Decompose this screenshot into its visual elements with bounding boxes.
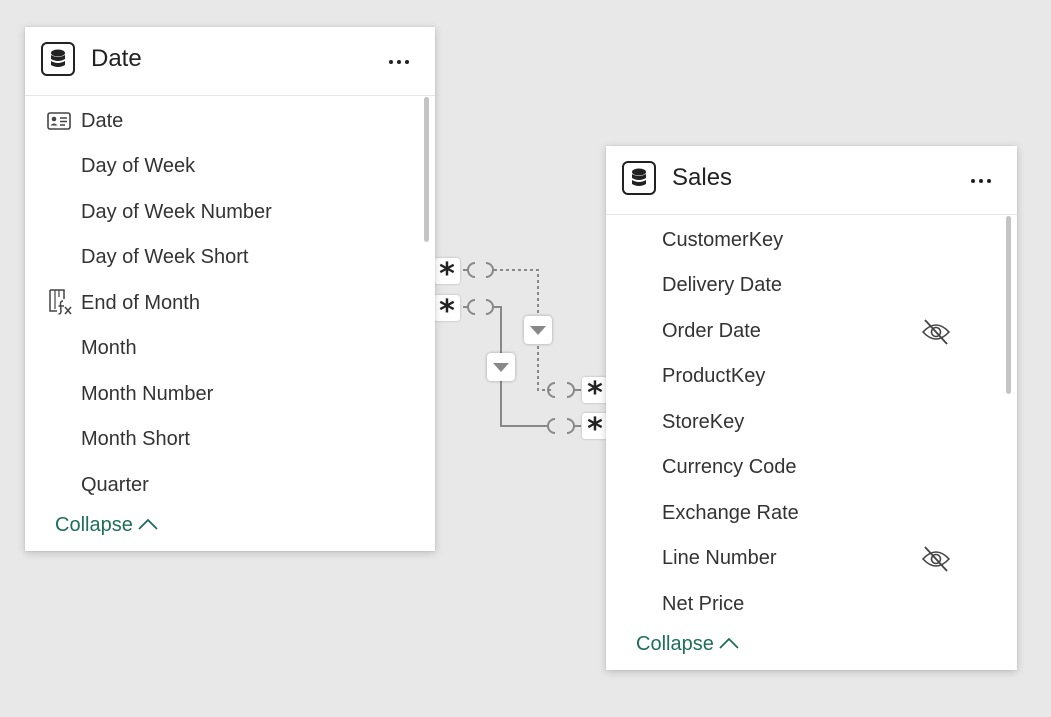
field-month[interactable]: Month — [25, 329, 415, 369]
table-icon — [41, 42, 75, 76]
field-label: Exchange Rate — [662, 502, 799, 524]
field-end-of-month[interactable]: End of Month — [25, 284, 415, 324]
eye-hidden-icon — [921, 319, 951, 345]
field-storekey[interactable]: StoreKey — [606, 403, 997, 443]
triangle-down-icon — [530, 325, 546, 335]
field-order-date[interactable]: Order Date — [606, 312, 997, 352]
field-currency-code[interactable]: Currency Code — [606, 448, 997, 488]
key-card-icon — [47, 112, 71, 130]
cardinality-badge-sales-2: * — [582, 413, 608, 447]
field-customerkey[interactable]: CustomerKey — [606, 221, 997, 261]
field-productkey[interactable]: ProductKey — [606, 357, 997, 397]
filter-direction-button-inactive[interactable] — [524, 316, 552, 344]
field-exchange-rate[interactable]: Exchange Rate — [606, 494, 997, 534]
cardinality-badge-date-1: * — [434, 258, 460, 292]
field-day-of-week-number[interactable]: Day of Week Number — [25, 193, 415, 233]
sales-table-header[interactable]: Sales — [606, 146, 1017, 215]
field-label: Month Short — [81, 428, 190, 450]
field-label: Quarter — [81, 474, 149, 496]
date-field-list-scrollbar[interactable] — [424, 97, 429, 242]
chevron-up-icon — [138, 518, 158, 530]
field-label: CustomerKey — [662, 229, 784, 251]
ellipsis-icon — [389, 60, 393, 64]
date-table-more-options-button[interactable] — [383, 47, 415, 77]
field-label: Day of Week Short — [81, 246, 249, 268]
field-day-of-week[interactable]: Day of Week — [25, 147, 415, 187]
field-month-number[interactable]: Month Number — [25, 375, 415, 415]
collapse-label: Collapse — [636, 633, 714, 655]
field-label: Net Price — [662, 593, 745, 615]
relationship-line-inactive[interactable] — [463, 262, 581, 398]
triangle-down-icon — [493, 362, 509, 372]
ellipsis-icon — [971, 179, 975, 183]
field-label: Line Number — [662, 547, 777, 569]
field-net-price[interactable]: Net Price — [606, 585, 997, 625]
field-label: Month Number — [81, 383, 214, 405]
field-quarter[interactable]: Quarter — [25, 466, 415, 506]
field-label: ProductKey — [662, 365, 766, 387]
calculated-column-icon — [49, 289, 72, 315]
date-table-card[interactable]: Date Date Day of Week Day of Week Number… — [25, 27, 435, 551]
field-line-number[interactable]: Line Number — [606, 539, 997, 579]
field-label: Date — [81, 110, 124, 132]
field-label: StoreKey — [662, 411, 745, 433]
sales-table-title: Sales — [672, 164, 733, 191]
field-label: Month — [81, 337, 137, 359]
field-label: Day of Week Number — [81, 201, 272, 223]
field-month-short[interactable]: Month Short — [25, 420, 415, 460]
sales-table-more-options-button[interactable] — [965, 166, 997, 196]
cardinality-badge-sales-1: * — [582, 377, 608, 411]
field-day-of-week-short[interactable]: Day of Week Short — [25, 238, 415, 278]
table-icon — [622, 161, 656, 195]
field-label: Currency Code — [662, 456, 797, 478]
sales-field-list-scrollbar[interactable] — [1006, 216, 1011, 394]
sales-collapse-link[interactable]: Collapse — [636, 633, 739, 656]
field-label: Delivery Date — [662, 274, 783, 296]
eye-hidden-icon — [921, 546, 951, 572]
date-table-title: Date — [91, 45, 142, 72]
date-table-header[interactable]: Date — [25, 27, 435, 96]
cardinality-badge-date-2: * — [434, 295, 460, 329]
field-label: End of Month — [81, 292, 200, 314]
chevron-up-icon — [719, 637, 739, 649]
field-date[interactable]: Date — [25, 102, 415, 142]
filter-direction-button-active[interactable] — [487, 353, 515, 381]
field-label: Day of Week — [81, 155, 196, 177]
field-label: Order Date — [662, 320, 761, 342]
field-delivery-date[interactable]: Delivery Date — [606, 266, 997, 306]
sales-table-card[interactable]: Sales CustomerKey Delivery Date Order Da… — [606, 146, 1017, 670]
collapse-label: Collapse — [55, 514, 133, 536]
date-collapse-link[interactable]: Collapse — [55, 514, 158, 537]
relationship-line-active[interactable] — [463, 299, 581, 434]
